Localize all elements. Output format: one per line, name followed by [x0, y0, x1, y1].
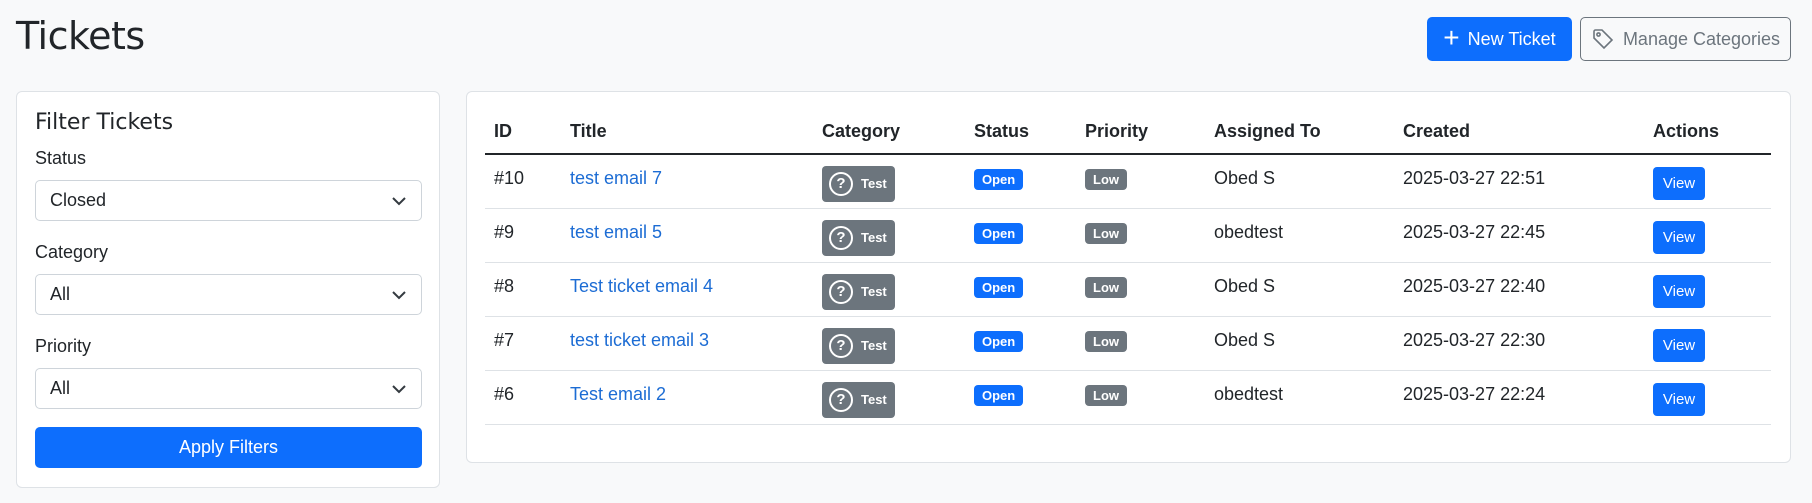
assigned-to: Obed S — [1214, 167, 1276, 188]
priority-badge: Low — [1085, 331, 1127, 352]
question-circle-icon: ? — [829, 387, 853, 412]
table-row: #10 test email 7 ? Test Open Low Obed S 2… — [485, 154, 1771, 209]
created-date: 2025-03-27 22:24 — [1403, 383, 1546, 404]
chevron-down-icon — [392, 385, 406, 394]
assigned-to: Obed S — [1214, 329, 1276, 350]
priority-select-value: All — [50, 378, 71, 398]
category-badge: ? Test — [822, 273, 895, 310]
question-circle-icon: ? — [829, 333, 853, 358]
view-button[interactable]: View — [1653, 382, 1705, 416]
status-badge: Open — [974, 169, 1024, 191]
assigned-to: Obed S — [1214, 275, 1276, 296]
tickets-table: ID Title Category Status Priority Assign… — [485, 110, 1771, 425]
category-badge: ? Test — [822, 381, 895, 418]
category-badge: ? Test — [822, 327, 895, 364]
new-ticket-button[interactable]: + New Ticket — [1427, 17, 1572, 61]
priority-badge: Low — [1085, 385, 1127, 406]
ticket-id: #10 — [494, 167, 525, 188]
ticket-title-link[interactable]: test ticket email 3 — [570, 330, 709, 350]
ticket-id: #6 — [494, 383, 515, 404]
status-badge: Open — [974, 223, 1024, 244]
tickets-table-card: ID Title Category Status Priority Assign… — [466, 91, 1791, 463]
category-badge-label: Test — [861, 230, 887, 245]
status-select-value: Closed — [50, 190, 107, 210]
ticket-title-link[interactable]: Test email 2 — [570, 384, 666, 404]
status-badge: Open — [974, 277, 1024, 298]
category-badge: ? Test — [822, 219, 895, 256]
priority-badge: Low — [1085, 223, 1127, 244]
ticket-id: #8 — [494, 275, 515, 296]
page-title: Tickets — [16, 14, 145, 58]
column-header-id: ID — [485, 110, 561, 155]
manage-categories-button[interactable]: Manage Categories — [1580, 17, 1791, 61]
ticket-title-link[interactable]: test email 7 — [570, 168, 662, 188]
created-date: 2025-03-27 22:51 — [1403, 167, 1546, 188]
table-row: #6 Test email 2 ? Test Open Low obedtest … — [485, 370, 1771, 425]
column-header-title: Title — [561, 110, 813, 155]
priority-select[interactable]: All — [35, 368, 422, 409]
tag-icon — [1593, 29, 1614, 50]
filter-title: Filter Tickets — [35, 110, 174, 135]
category-badge-label: Test — [861, 392, 887, 407]
category-badge-label: Test — [861, 176, 887, 192]
view-button[interactable]: View — [1653, 220, 1705, 254]
category-select[interactable]: All — [35, 274, 422, 315]
priority-label: Priority — [35, 336, 92, 356]
status-badge: Open — [974, 331, 1024, 352]
plus-icon: + — [1443, 21, 1460, 53]
filter-panel: Filter Tickets Status Closed Category Al… — [16, 91, 440, 488]
priority-badge: Low — [1085, 169, 1127, 191]
apply-filters-button[interactable]: Apply Filters — [35, 427, 422, 468]
chevron-down-icon — [392, 291, 406, 300]
table-header-row: ID Title Category Status Priority Assign… — [485, 110, 1771, 155]
category-label: Category — [35, 242, 109, 262]
view-button[interactable]: View — [1653, 328, 1705, 362]
status-badge: Open — [974, 385, 1024, 406]
view-button[interactable]: View — [1653, 274, 1705, 308]
column-header-status: Status — [965, 110, 1076, 155]
column-header-assigned-to: Assigned To — [1205, 110, 1394, 155]
question-circle-icon: ? — [829, 225, 853, 250]
created-date: 2025-03-27 22:40 — [1403, 275, 1546, 296]
table-row: #9 test email 5 ? Test Open Low obedtest … — [485, 208, 1771, 263]
ticket-title-link[interactable]: Test ticket email 4 — [570, 276, 713, 296]
manage-categories-label: Manage Categories — [1622, 28, 1781, 49]
question-circle-icon: ? — [829, 279, 853, 304]
created-date: 2025-03-27 22:45 — [1403, 221, 1546, 242]
ticket-id: #9 — [494, 221, 515, 242]
ticket-id: #7 — [494, 329, 515, 350]
status-label: Status — [35, 148, 87, 168]
priority-badge: Low — [1085, 277, 1127, 298]
category-select-value: All — [50, 284, 71, 304]
column-header-created: Created — [1394, 110, 1644, 155]
assigned-to: obedtest — [1214, 383, 1284, 404]
column-header-priority: Priority — [1076, 110, 1205, 155]
table-row: #7 test ticket email 3 ? Test Open Low Ob… — [485, 316, 1771, 371]
table-row: #8 Test ticket email 4 ? Test Open Low Ob… — [485, 262, 1771, 317]
view-button[interactable]: View — [1653, 166, 1705, 200]
category-badge-label: Test — [861, 338, 887, 353]
category-badge-label: Test — [861, 284, 887, 299]
assigned-to: obedtest — [1214, 221, 1284, 242]
category-badge: ? Test — [822, 165, 895, 202]
status-select[interactable]: Closed — [35, 180, 422, 221]
new-ticket-label: New Ticket — [1467, 28, 1556, 49]
ticket-title-link[interactable]: test email 5 — [570, 222, 662, 242]
chevron-down-icon — [392, 197, 406, 206]
question-circle-icon: ? — [829, 171, 853, 196]
created-date: 2025-03-27 22:30 — [1403, 329, 1546, 350]
column-header-actions: Actions — [1644, 110, 1771, 155]
column-header-category: Category — [813, 110, 965, 155]
